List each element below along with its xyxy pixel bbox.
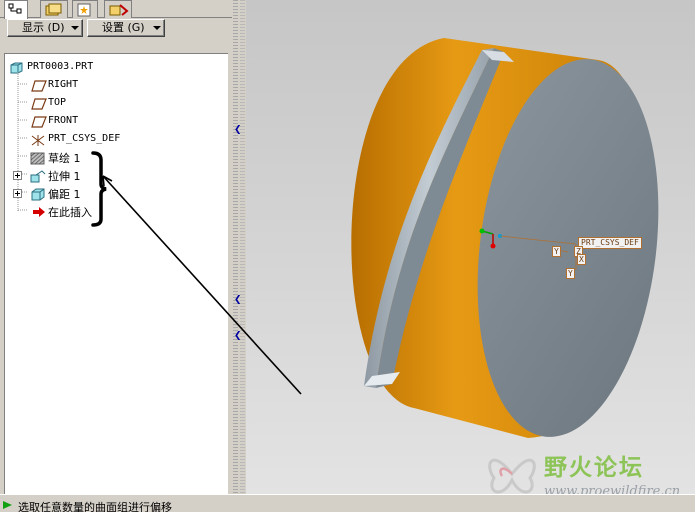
watermark-title: 野火论坛 xyxy=(544,455,644,481)
status-bar: 选取任意数量的曲面组进行偏移 xyxy=(0,494,695,512)
status-message: 选取任意数量的曲面组进行偏移 xyxy=(18,501,172,512)
annotation-arrow xyxy=(102,175,302,395)
status-arrow-icon xyxy=(3,501,12,509)
